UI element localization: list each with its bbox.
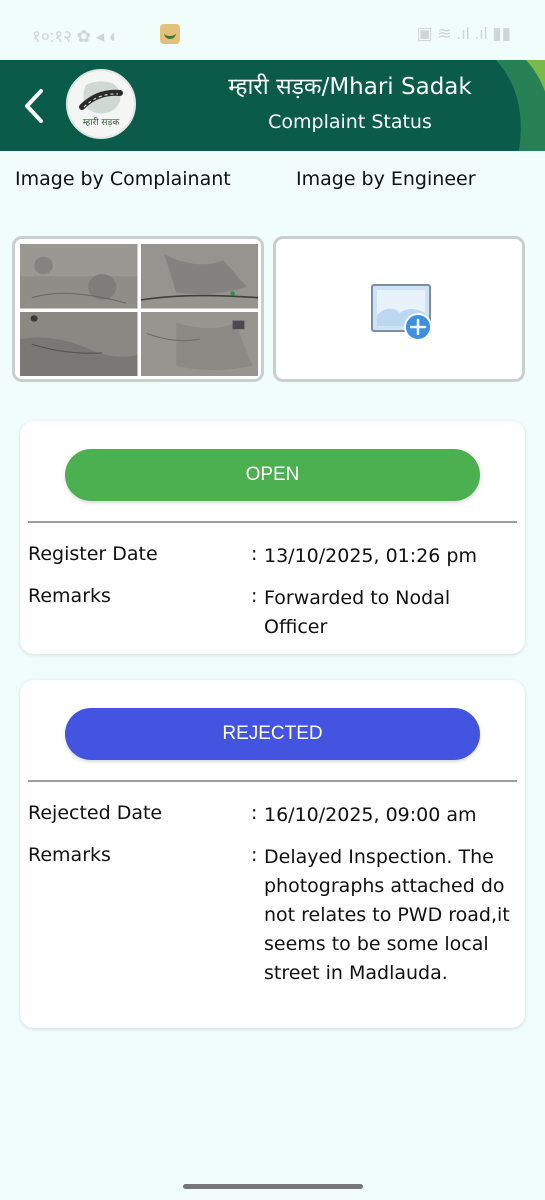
status-bar: १०:१२ ✿ ◂ ◐ ▣ ≋ .ıl .ıl ▮▮ [0, 0, 545, 60]
complainant-photo-2[interactable] [140, 244, 258, 309]
road-photo-image [140, 244, 258, 309]
rejected-date-value: 16/10/2025, 09:00 am [264, 804, 477, 826]
app-logo: म्हारी सड़क [66, 69, 136, 139]
app-notification-icon [160, 24, 180, 44]
engineer-image-label: Image by Engineer [296, 168, 476, 190]
register-date-label: Register Date [28, 543, 158, 565]
page-title: म्हारी सड़क/Mhari Sadak [228, 74, 472, 100]
road-photo-image [140, 311, 258, 376]
back-button[interactable] [16, 84, 52, 128]
status-bar-left: १०:१२ ✿ ◂ ◐ [32, 27, 120, 46]
road-photo-image [20, 244, 138, 309]
remarks-value: Forwarded to Nodal Officer [264, 587, 451, 638]
colon: : [251, 543, 258, 565]
road-photo-image [20, 311, 138, 376]
status-card-rejected: REJECTED Rejected Date : 16/10/2025, 09:… [20, 680, 525, 1028]
add-image-icon [371, 284, 432, 341]
complainant-photos[interactable] [12, 236, 264, 382]
divider [28, 780, 517, 782]
status-badge-open[interactable]: OPEN [65, 449, 480, 501]
app-header: म्हारी सड़क म्हारी सड़क/Mhari Sadak Comp… [0, 60, 545, 151]
complainant-image-label: Image by Complainant [15, 168, 231, 190]
back-arrow-icon [25, 89, 43, 123]
logo-text: म्हारी सड़क [82, 118, 120, 128]
colon: : [251, 844, 258, 866]
home-indicator[interactable] [183, 1184, 363, 1189]
engineer-image-upload[interactable] [273, 236, 525, 382]
rejected-date-label: Rejected Date [28, 802, 163, 824]
complainant-photo-1[interactable] [20, 244, 138, 309]
status-bar-right: ▣ ≋ .ıl .ıl ▮▮ [416, 24, 511, 43]
remarks-label: Remarks [28, 844, 111, 866]
status-badge-rejected[interactable]: REJECTED [65, 708, 480, 760]
complainant-photo-4[interactable] [140, 311, 258, 376]
colon: : [251, 802, 258, 824]
register-date-value: 13/10/2025, 01:26 pm [264, 545, 477, 567]
colon: : [251, 585, 258, 607]
page-subtitle: Complaint Status [268, 111, 432, 133]
photo-grid [20, 244, 258, 376]
status-card-open: OPEN Register Date : 13/10/2025, 01:26 p… [20, 421, 525, 654]
remarks-label: Remarks [28, 585, 111, 607]
complainant-photo-3[interactable] [20, 311, 138, 376]
remarks-value: Delayed Inspection. The photographs atta… [264, 846, 510, 984]
divider [28, 521, 517, 523]
